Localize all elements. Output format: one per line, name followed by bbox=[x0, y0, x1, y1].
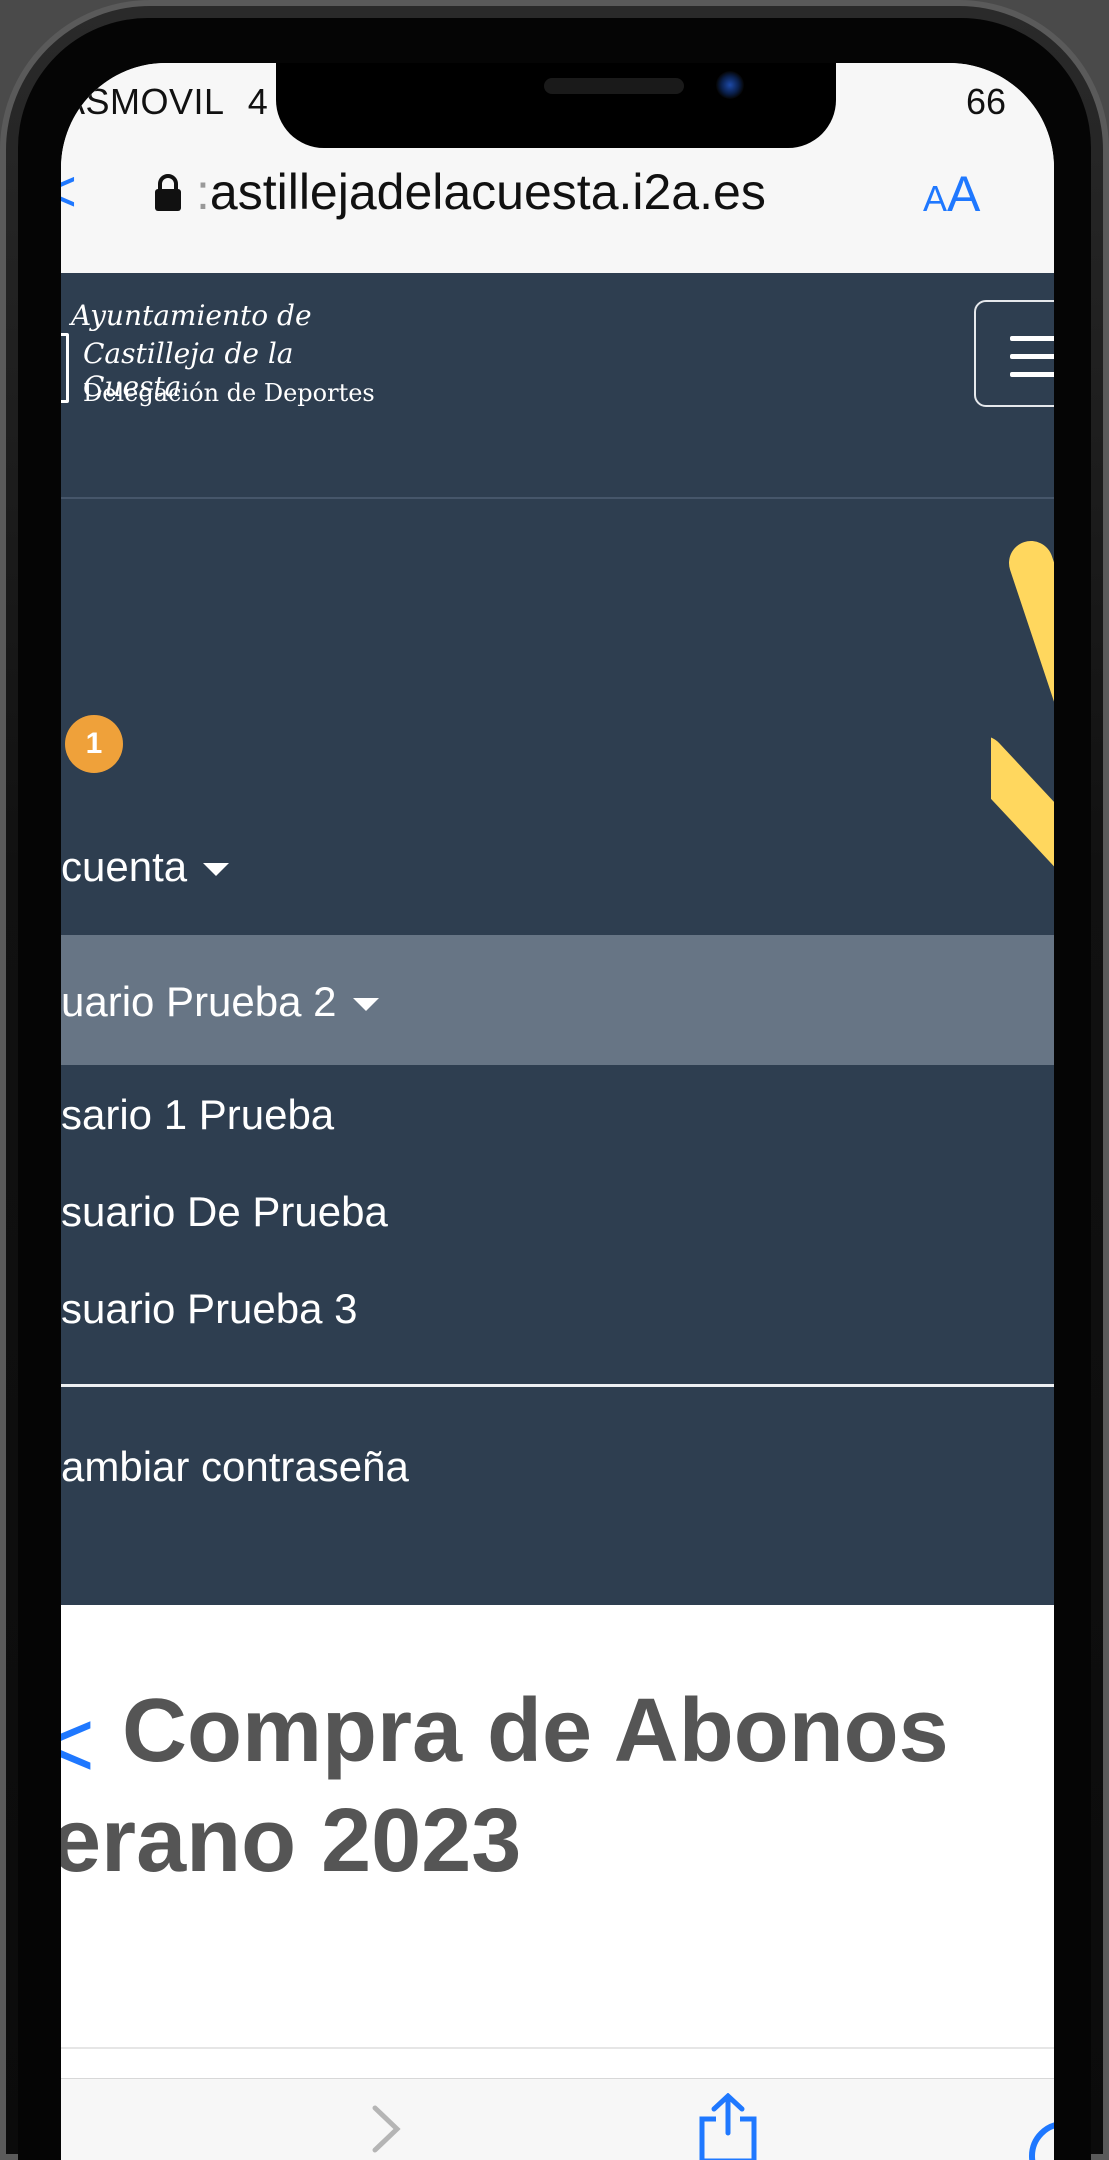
phone-frame: ASMOVIL 4 66 < :astillejadelacuesta.i2a.… bbox=[0, 0, 1109, 2160]
back-icon[interactable]: < bbox=[61, 163, 77, 221]
browser-toolbar bbox=[61, 2078, 1054, 2160]
menu-item-user-3[interactable]: suario Prueba 3 bbox=[61, 1285, 358, 1333]
text-size-button[interactable]: AA bbox=[923, 165, 980, 223]
page-title-line-1: Compra de Abonos bbox=[122, 1681, 949, 1781]
logo-line-3: Delegación de Deportes bbox=[83, 379, 375, 407]
page-title-line-2: erano 2023 bbox=[61, 1791, 522, 1891]
tabs-icon[interactable] bbox=[1029, 2121, 1054, 2160]
url-field[interactable]: :astillejadelacuesta.i2a.es bbox=[196, 163, 766, 221]
forward-icon[interactable] bbox=[371, 2104, 401, 2154]
menu-divider bbox=[61, 1384, 1054, 1387]
speaker-grille bbox=[544, 78, 684, 94]
lock-icon bbox=[155, 174, 181, 211]
browser-top-bar: ASMOVIL 4 66 < :astillejadelacuesta.i2a.… bbox=[61, 63, 1054, 273]
menu-toggle-button[interactable] bbox=[974, 300, 1054, 407]
menu-item-user-2[interactable]: suario De Prueba bbox=[61, 1188, 388, 1236]
hamburger-line bbox=[1010, 354, 1054, 359]
header-divider bbox=[61, 497, 1054, 499]
crest-icon bbox=[61, 333, 69, 403]
battery-level: 66 bbox=[966, 81, 1007, 122]
notification-badge[interactable]: 1 bbox=[65, 715, 123, 773]
site-navigation: Ayuntamiento de Castilleja de la Cuesta … bbox=[61, 273, 1054, 1605]
menu-item-change-password[interactable]: ambiar contraseña bbox=[61, 1443, 409, 1491]
menu-item-user-1[interactable]: sario 1 Prueba bbox=[61, 1091, 334, 1139]
title-back-icon[interactable]: < bbox=[61, 1697, 95, 1793]
caret-down-icon bbox=[352, 998, 379, 1012]
hamburger-line bbox=[1010, 336, 1054, 341]
notch bbox=[276, 63, 836, 148]
menu-item-account[interactable]: cuenta bbox=[61, 843, 230, 891]
carrier-label: ASMOVIL 4 bbox=[61, 81, 269, 122]
hamburger-line bbox=[1010, 372, 1054, 377]
page-content: < Compra de Abonos erano 2023 bbox=[61, 1605, 1054, 2160]
logo-line-1: Ayuntamiento de bbox=[71, 299, 312, 332]
active-user-label[interactable]: uario Prueba 2 bbox=[61, 978, 379, 1026]
site-logo[interactable]: Ayuntamiento de Castilleja de la Cuesta … bbox=[61, 293, 381, 413]
screen: ASMOVIL 4 66 < :astillejadelacuesta.i2a.… bbox=[61, 63, 1054, 2160]
front-camera-icon bbox=[716, 71, 744, 99]
share-icon[interactable] bbox=[696, 2093, 760, 2160]
caret-down-icon bbox=[203, 863, 230, 877]
content-divider bbox=[61, 2047, 1054, 2049]
